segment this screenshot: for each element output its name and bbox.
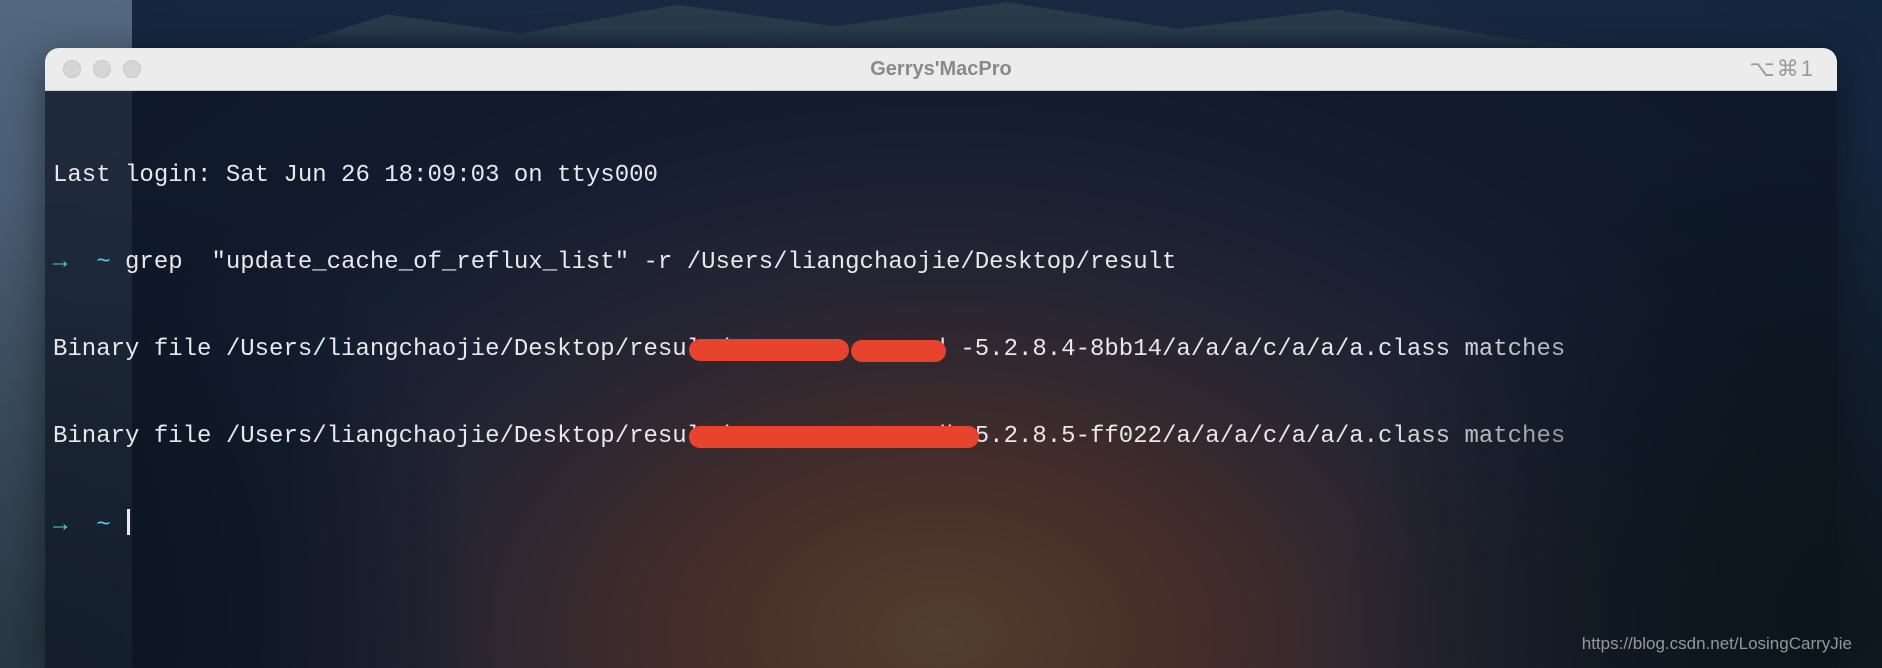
command-line: → ~ grep "update_cache_of_reflux_list" -… <box>53 248 1829 277</box>
output-2-prefix: Binary file /Users/liangchaojie/Desktop/… <box>53 423 730 450</box>
output-2-suffix: 5.2.8.5-ff022/a/a/a/c/a/a/a.class matche… <box>975 423 1566 450</box>
window-titlebar[interactable]: Gerrys'MacPro ⌥⌘1 <box>45 48 1837 91</box>
last-login-line: Last login: Sat Jun 26 18:09:03 on ttys0… <box>53 161 1829 190</box>
zoom-icon[interactable] <box>123 60 141 78</box>
cursor-icon <box>127 509 130 535</box>
bg-mountain <box>282 0 1599 48</box>
prompt-line-idle: → ~ <box>53 509 1829 540</box>
output-line-2: Binary file /Users/liangchaojie/Desktop/… <box>53 422 1829 451</box>
command-text: grep "update_cache_of_reflux_list" -r /U… <box>125 249 1176 276</box>
terminal-window: Gerrys'MacPro ⌥⌘1 Last login: Sat Jun 26… <box>45 48 1837 668</box>
prompt-cwd: ~ <box>96 249 110 276</box>
terminal-body[interactable]: Last login: Sat Jun 26 18:09:03 on ttys0… <box>45 91 1837 610</box>
prompt-arrow-icon: → <box>53 512 67 539</box>
output-1-redacted: t nav-sd - <box>730 336 975 363</box>
output-2-redacted: t sdk- <box>730 423 975 450</box>
output-1-suffix: 5.2.8.4-8bb14/a/a/a/c/a/a/a.class matche… <box>975 336 1566 363</box>
minimize-icon[interactable] <box>93 60 111 78</box>
window-title: Gerrys'MacPro <box>45 58 1837 81</box>
prompt-arrow-icon: → <box>53 249 67 276</box>
window-shortcut-indicator: ⌥⌘1 <box>1749 56 1815 82</box>
traffic-lights <box>63 60 141 78</box>
output-line-1: Binary file /Users/liangchaojie/Desktop/… <box>53 335 1829 364</box>
desktop-background: Gerrys'MacPro ⌥⌘1 Last login: Sat Jun 26… <box>0 0 1882 668</box>
output-1-prefix: Binary file /Users/liangchaojie/Desktop/… <box>53 336 730 363</box>
close-icon[interactable] <box>63 60 81 78</box>
prompt-cwd: ~ <box>96 512 110 539</box>
